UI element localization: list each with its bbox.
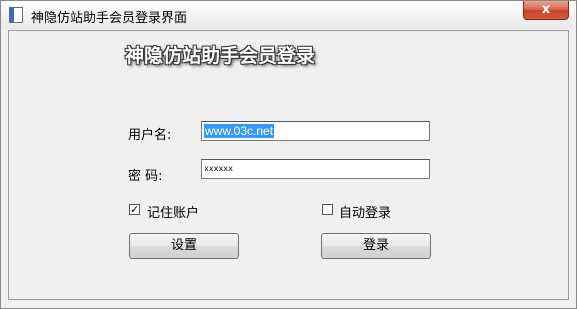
close-icon: x: [541, 2, 551, 17]
app-icon: [9, 7, 23, 23]
window-title: 神隐仿站助手会员登录界面: [31, 11, 188, 26]
username-field[interactable]: www.03c.net: [201, 121, 430, 141]
title-bar[interactable]: 神隐仿站助手会员登录界面 x: [1, 1, 576, 29]
password-label: 密 码:: [128, 169, 163, 184]
username-value: www.03c.net: [204, 124, 275, 138]
password-field[interactable]: xxxxxx: [201, 159, 430, 179]
autologin-checkbox[interactable]: [322, 204, 333, 215]
login-button[interactable]: 登录: [321, 233, 431, 259]
autologin-label[interactable]: 自动登录: [339, 202, 391, 221]
checkmark-icon: ✓: [130, 203, 140, 216]
remember-label[interactable]: 记住账户: [147, 202, 199, 221]
close-button[interactable]: x: [523, 1, 569, 20]
login-heading: 神隐仿站助手会员登录: [125, 45, 316, 67]
login-window: 神隐仿站助手会员登录界面 x 神隐仿站助手会员登录 用户名: www.03c.n…: [0, 0, 577, 309]
username-label: 用户名:: [128, 128, 172, 143]
password-value: xxxxxx: [204, 164, 233, 173]
remember-checkbox[interactable]: ✓: [129, 204, 140, 215]
settings-button[interactable]: 设置: [129, 233, 239, 259]
